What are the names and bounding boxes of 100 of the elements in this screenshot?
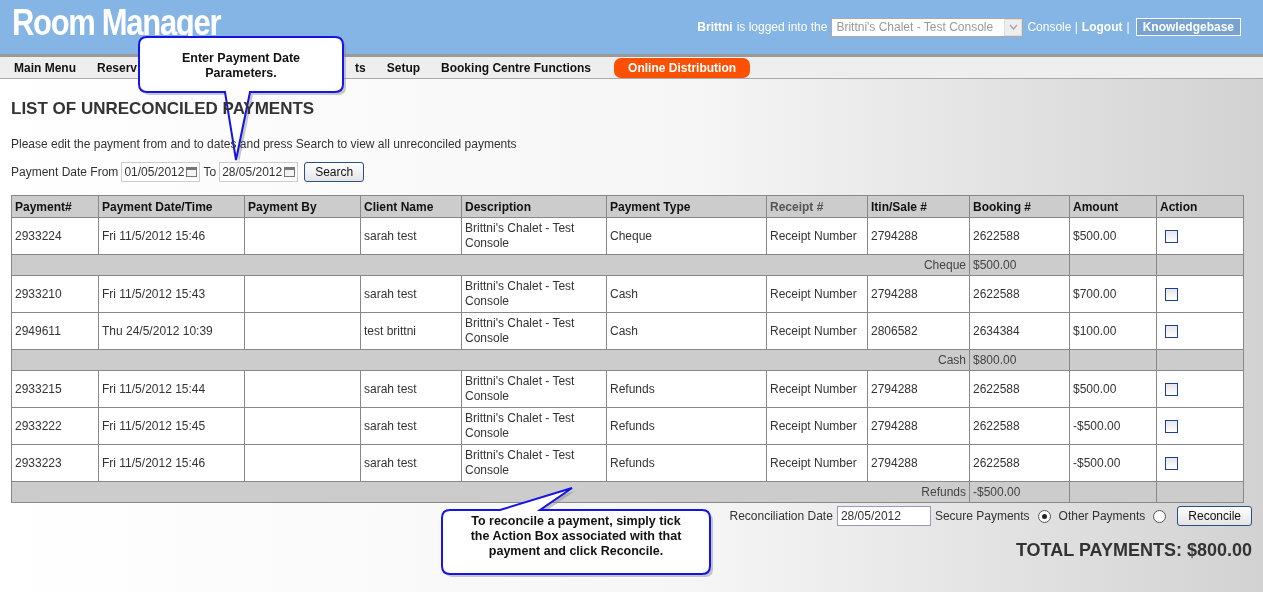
table-cell: $100.00	[1069, 312, 1157, 350]
caret-icon	[1008, 24, 1018, 30]
reconcile-button[interactable]: Reconcile	[1177, 506, 1252, 526]
table-cell: Refunds	[606, 407, 767, 445]
table-cell: sarah test	[360, 370, 462, 408]
menu-item[interactable]: Setup	[386, 60, 421, 75]
menu-item[interactable]: Reserv	[97, 60, 138, 75]
table-cell: Receipt Number	[766, 370, 868, 408]
reconciliation-date-field[interactable]: 28/05/2012	[836, 506, 931, 526]
table-cell: 2794288	[867, 217, 970, 255]
table-cell: Fri 11/5/2012 15:44	[98, 370, 245, 408]
table-cell: Brittni's Chalet - Test Console	[461, 312, 607, 350]
to-label: To	[203, 165, 217, 179]
table-cell: 2933210	[11, 275, 99, 313]
table-cell: Cash	[606, 275, 767, 313]
column-header: Booking #	[969, 195, 1070, 218]
table-cell: 2622588	[969, 407, 1070, 445]
table-cell: Cash	[606, 312, 767, 350]
table-cell: -$500.00	[1069, 444, 1157, 482]
table-cell: 2794288	[867, 275, 970, 313]
table-cell: 2794288	[867, 444, 970, 482]
total-payments: TOTAL PAYMENTS: $800.00	[1015, 540, 1252, 561]
subtotal-label: Cheque	[923, 258, 966, 272]
table-cell: Brittni's Chalet - Test Console	[461, 370, 607, 408]
subtotal-amount: $500.00	[973, 258, 1017, 272]
table-cell: Brittni's Chalet - Test Console	[461, 407, 607, 445]
table-cell: $500.00	[1069, 217, 1157, 255]
table-cell: Receipt Number	[766, 407, 868, 445]
action-checkbox[interactable]	[1165, 229, 1178, 243]
login-text: is logged into the	[736, 20, 828, 34]
from-label: Payment Date From	[11, 165, 119, 179]
subtotal-amount: -$500.00	[973, 485, 1021, 499]
table-cell: $500.00	[1069, 370, 1157, 408]
column-header: Payment Date/Time	[98, 195, 245, 218]
table-cell: Fri 11/5/2012 15:45	[98, 407, 245, 445]
table-cell: 2794288	[867, 370, 970, 408]
table-cell: Receipt Number	[766, 444, 868, 482]
table-cell: 2622588	[969, 370, 1070, 408]
table-cell: Refunds	[606, 370, 767, 408]
table-cell: 2794288	[867, 407, 970, 445]
table-cell: sarah test	[360, 444, 462, 482]
table-cell: 2949611	[11, 312, 99, 350]
action-checkbox[interactable]	[1165, 287, 1178, 301]
table-cell: Brittni's Chalet - Test Console	[461, 275, 607, 313]
subtotal-label: Cash	[938, 353, 966, 367]
table-cell: Receipt Number	[766, 275, 868, 313]
action-checkbox[interactable]	[1165, 419, 1178, 433]
menu-item[interactable]: Main Menu	[14, 60, 76, 75]
action-checkbox[interactable]	[1165, 324, 1178, 338]
table-cell: 2622588	[969, 275, 1070, 313]
date-field[interactable]: 28/05/2012	[219, 162, 299, 182]
menu-item[interactable]: Booking Centre Functions	[441, 60, 592, 75]
radio-button[interactable]	[1037, 509, 1051, 523]
column-header: Itin/Sale #	[867, 195, 970, 218]
action-checkbox[interactable]	[1165, 382, 1178, 396]
menu-item[interactable]: ts	[355, 60, 366, 75]
radio-button[interactable]	[1153, 509, 1167, 523]
table-cell: 2933215	[11, 370, 99, 408]
column-header: Payment By	[244, 195, 361, 218]
app-title: Room Manager	[12, 2, 221, 44]
table-cell: Brittni's Chalet - Test Console	[461, 444, 607, 482]
table-cell: $700.00	[1069, 275, 1157, 313]
console-label: Console |	[1027, 20, 1078, 34]
column-header: Payment Type	[606, 195, 767, 218]
table-cell: Fri 11/5/2012 15:46	[98, 444, 245, 482]
action-checkbox[interactable]	[1165, 456, 1178, 470]
table-cell: Brittni's Chalet - Test Console	[461, 217, 607, 255]
subtotal-amount: $800.00	[973, 353, 1017, 367]
table-cell: test brittni	[360, 312, 462, 350]
calendar-icon[interactable]	[284, 167, 296, 177]
table-cell: 2933223	[11, 444, 99, 482]
reconciliation-date-label: Reconciliation Date	[729, 509, 833, 523]
column-header: Receipt #	[766, 195, 868, 218]
date-field[interactable]: 01/05/2012	[121, 162, 201, 182]
table-cell: sarah test	[360, 217, 462, 255]
separator: |	[1126, 20, 1130, 34]
table-cell: Cheque	[606, 217, 767, 255]
column-header: Amount	[1069, 195, 1157, 218]
table-cell: 2622588	[969, 217, 1070, 255]
table-cell: 2933224	[11, 217, 99, 255]
table-cell: 2622588	[969, 444, 1070, 482]
table-cell: Thu 24/5/2012 10:39	[98, 312, 245, 350]
table-cell: Fri 11/5/2012 15:46	[98, 217, 245, 255]
table-cell: sarah test	[360, 407, 462, 445]
column-header: Payment#	[11, 195, 99, 218]
table-cell: Fri 11/5/2012 15:43	[98, 275, 245, 313]
search-button[interactable]: Search	[304, 162, 365, 182]
table-cell: 2806582	[867, 312, 970, 350]
column-header: Description	[461, 195, 607, 218]
column-header: Action	[1156, 195, 1244, 218]
table-cell: Receipt Number	[766, 217, 868, 255]
user-name: Brittni	[697, 20, 733, 34]
radio-label: Other Payments	[1058, 509, 1146, 523]
table-cell: Refunds	[606, 444, 767, 482]
table-cell: sarah test	[360, 275, 462, 313]
radio-label: Secure Payments	[934, 509, 1030, 523]
calendar-icon[interactable]	[186, 167, 198, 177]
callout-text: Enter Payment Date Parameters.	[180, 51, 302, 81]
table-cell: Receipt Number	[766, 312, 868, 350]
table-cell: 2634384	[969, 312, 1070, 350]
